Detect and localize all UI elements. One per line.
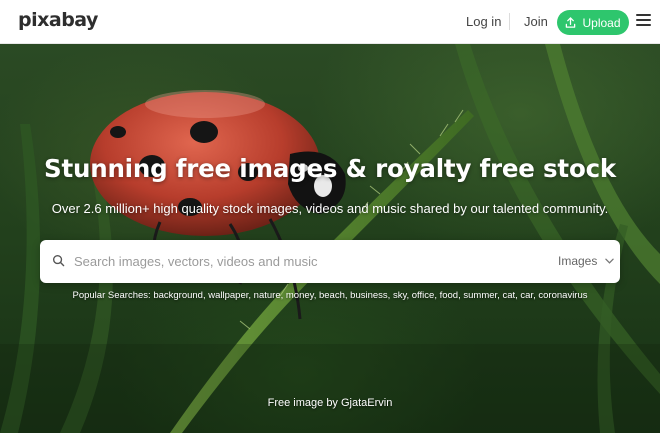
popular-search-link[interactable]: wallpaper (208, 290, 248, 301)
hero-subline: Over 2.6 million+ high quality stock ima… (51, 201, 609, 216)
popular-search-link[interactable]: car (520, 290, 533, 301)
search-icon[interactable] (52, 254, 65, 267)
hamburger-menu-icon[interactable] (636, 14, 651, 27)
popular-search-link[interactable]: money (286, 290, 314, 301)
credit-prefix: Free image by (267, 397, 341, 409)
chevron-down-icon (605, 258, 615, 264)
search-input[interactable] (74, 240, 544, 283)
nav-divider (509, 13, 510, 30)
popular-search-link[interactable]: coronavirus (538, 290, 587, 301)
popular-searches: Popular Searches: background, wallpaper,… (0, 290, 660, 301)
popular-searches-terms: background, wallpaper, nature, money, be… (153, 290, 588, 301)
login-link[interactable]: Log in (466, 14, 501, 29)
popular-search-link[interactable]: nature (254, 290, 281, 301)
popular-search-link[interactable]: cat (502, 290, 515, 301)
popular-search-link[interactable]: background (153, 290, 203, 301)
hero-background-image (0, 44, 660, 433)
upload-button[interactable]: Upload (557, 10, 629, 35)
media-type-value: Images (558, 254, 598, 268)
popular-search-link[interactable]: food (440, 290, 459, 301)
popular-search-link[interactable]: sky (393, 290, 407, 301)
upload-label: Upload (582, 15, 621, 30)
join-link[interactable]: Join (524, 14, 548, 29)
popular-search-link[interactable]: business (350, 290, 388, 301)
media-type-select[interactable]: Images (558, 254, 615, 268)
popular-search-link[interactable]: beach (319, 290, 345, 301)
hero-section: Stunning free images & royalty free stoc… (0, 44, 660, 433)
upload-icon (566, 17, 576, 28)
image-credit: Free image by GjataErvin (0, 397, 660, 409)
site-header: pixabay Log in Join Upload (0, 0, 660, 44)
credit-author-link[interactable]: GjataErvin (341, 397, 392, 409)
popular-search-link[interactable]: office (412, 290, 435, 301)
hero-headline: Stunning free images & royalty free stoc… (44, 154, 616, 183)
search-bar: Images (40, 240, 620, 283)
pixabay-logo[interactable]: pixabay (18, 9, 98, 31)
popular-searches-label: Popular Searches: (72, 290, 151, 301)
popular-search-link[interactable]: summer (463, 290, 497, 301)
